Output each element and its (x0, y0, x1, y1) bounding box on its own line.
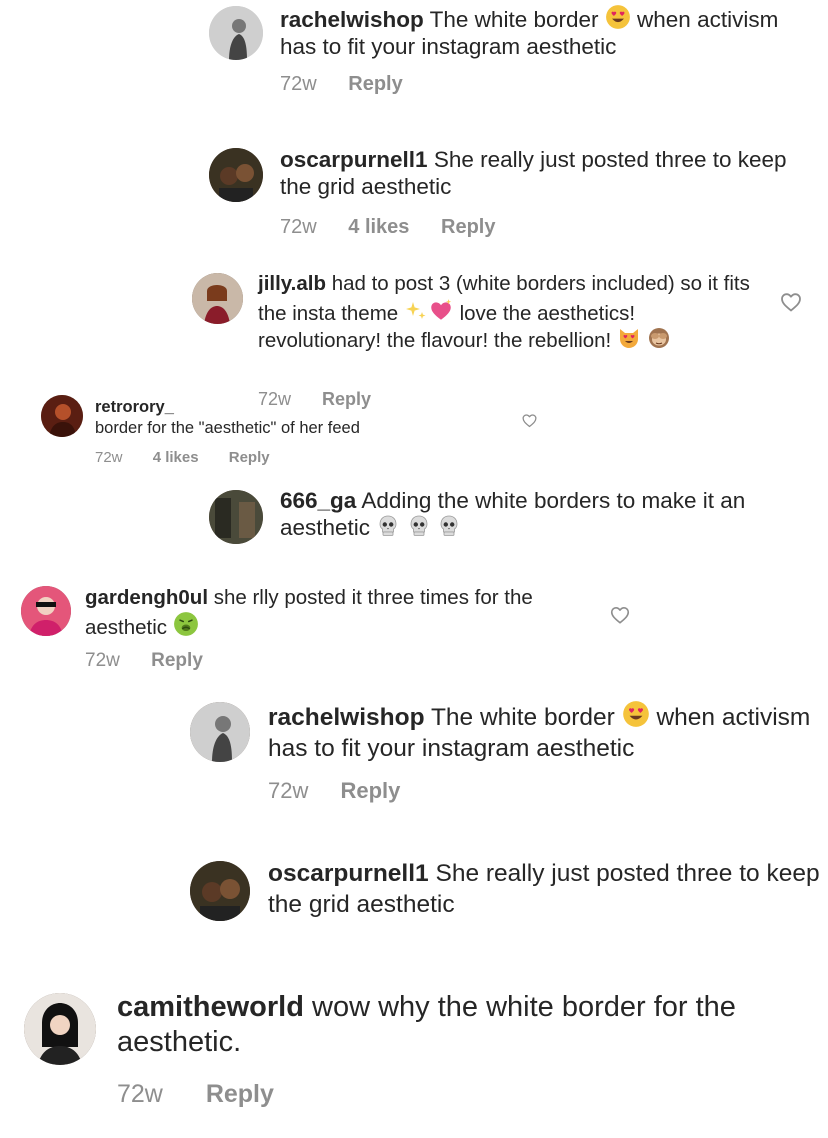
comment-text: oscarpurnell1 She really just posted thr… (280, 146, 800, 200)
heart-eyes-cat-emoji (617, 326, 641, 350)
comment-username[interactable]: camitheworld (117, 991, 304, 1023)
comment-body: The white border (429, 7, 599, 32)
likes-count[interactable]: 4 likes (348, 216, 409, 238)
reply-button[interactable]: Reply (151, 650, 203, 671)
reply-button[interactable]: Reply (441, 216, 495, 238)
comment-username[interactable]: rachelwishop (280, 7, 424, 32)
comment-username[interactable]: gardengh0ul (85, 586, 208, 609)
heart-eyes-emoji (605, 4, 631, 30)
avatar[interactable] (21, 586, 71, 636)
likes-count[interactable]: 4 likes (153, 449, 199, 466)
comment-text: rachelwishop The white border when activ… (280, 4, 800, 60)
avatar[interactable] (209, 148, 263, 202)
like-button[interactable] (779, 290, 803, 314)
heart-outline-icon (779, 290, 803, 314)
comment-text: 666_ga Adding the white borders to make … (280, 487, 820, 541)
avatar[interactable] (190, 861, 250, 921)
avatar[interactable] (209, 490, 263, 544)
avatar[interactable] (41, 395, 83, 437)
comment-meta: 72w 4 likes Reply (95, 449, 296, 466)
avatar[interactable] (190, 702, 250, 762)
comment-text: rachelwishop The white border when activ… (268, 700, 818, 764)
comment-body: border for the "aesthetic" of her feed (95, 419, 360, 438)
reply-button[interactable]: Reply (206, 1080, 274, 1108)
nauseated-face-emoji (173, 611, 199, 637)
comment-timestamp: 72w (280, 73, 317, 95)
heart-outline-icon (609, 604, 631, 626)
skull-emoji (407, 514, 431, 538)
comment-username[interactable]: oscarpurnell1 (280, 147, 428, 172)
comment-meta: 72w Reply (268, 778, 426, 804)
reply-button[interactable]: Reply (229, 449, 270, 466)
comment-username[interactable]: 666_ga (280, 488, 356, 513)
comment-text: camitheworld wow why the white border fo… (117, 990, 777, 1061)
like-button[interactable] (521, 412, 538, 429)
comment-text: gardengh0ul she rlly posted it three tim… (85, 586, 585, 640)
comment-meta: 72w Reply (280, 73, 429, 96)
comment-timestamp: 72w (117, 1080, 163, 1108)
comment-timestamp: 72w (268, 778, 309, 803)
skull-emoji (437, 514, 461, 538)
comment-timestamp: 72w (280, 216, 317, 238)
comment-body: The white border (430, 704, 615, 731)
comment-username[interactable]: rachelwishop (268, 704, 425, 731)
avatar[interactable] (24, 993, 96, 1065)
comment-timestamp: 72w (85, 650, 120, 671)
reply-button[interactable]: Reply (340, 778, 400, 803)
like-button[interactable] (609, 604, 631, 626)
see-no-evil-monkey-emoji (647, 326, 671, 350)
skull-emoji (376, 514, 400, 538)
comment-meta: 72w Reply (85, 650, 229, 672)
comment-text: jilly.alb had to post 3 (white borders i… (258, 272, 758, 354)
comment-meta: 72w 4 likes Reply (280, 216, 521, 239)
reply-button[interactable]: Reply (348, 73, 402, 95)
comment-meta: 72w Reply (117, 1080, 300, 1109)
comment-timestamp: 72w (95, 449, 123, 466)
comment-username[interactable]: jilly.alb (258, 272, 326, 295)
comment-username[interactable]: retrorory_ (95, 398, 174, 416)
heart-outline-icon (521, 412, 538, 429)
sparkles-emoji (404, 299, 428, 323)
heart-eyes-emoji (622, 700, 650, 728)
sparkling-heart-emoji (428, 297, 454, 323)
avatar[interactable] (192, 273, 243, 324)
comment-username[interactable]: oscarpurnell1 (268, 860, 429, 887)
avatar[interactable] (209, 6, 263, 60)
comment-text: oscarpurnell1 She really just posted thr… (268, 859, 828, 920)
comment-text: retrorory_ border for the "aesthetic" of… (95, 397, 515, 440)
